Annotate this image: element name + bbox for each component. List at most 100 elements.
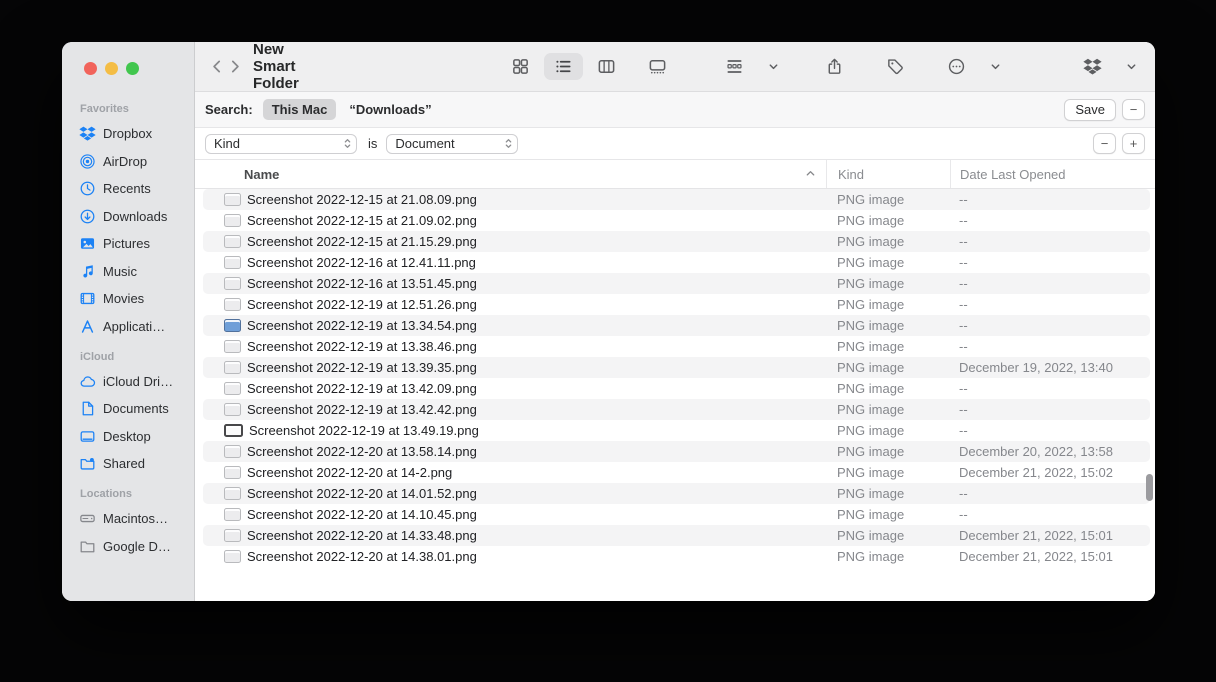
table-row[interactable]: Screenshot 2022-12-19 at 13.38.46.png PN… <box>195 336 1155 357</box>
column-header-date[interactable]: Date Last Opened <box>950 160 1155 188</box>
sidebar-item-documents[interactable]: Documents <box>72 396 188 422</box>
sidebar-item-movies[interactable]: Movies <box>72 286 188 312</box>
sidebar-item-music[interactable]: Music <box>72 258 188 284</box>
table-row[interactable]: Screenshot 2022-12-19 at 13.49.19.png PN… <box>195 420 1155 441</box>
table-row[interactable]: Screenshot 2022-12-19 at 13.39.35.png PN… <box>195 357 1155 378</box>
file-thumbnail-icon <box>224 319 241 332</box>
table-row[interactable]: Screenshot 2022-12-19 at 12.51.26.png PN… <box>195 294 1155 315</box>
file-kind: PNG image <box>826 192 950 207</box>
tag-button[interactable] <box>876 53 915 80</box>
table-row[interactable]: Screenshot 2022-12-15 at 21.08.09.png PN… <box>195 189 1155 210</box>
sidebar-item-dropbox[interactable]: Dropbox <box>72 121 188 147</box>
minimize-button[interactable] <box>105 62 118 75</box>
back-button[interactable] <box>209 54 226 80</box>
sidebar-item-label: Macintos… <box>103 511 168 526</box>
value-select[interactable]: Document <box>386 134 518 154</box>
file-thumbnail-icon <box>224 403 241 416</box>
scope-query-label: “Downloads” <box>349 102 431 117</box>
file-date-last-opened: December 21, 2022, 15:01 <box>950 528 1155 543</box>
file-name: Screenshot 2022-12-20 at 14.33.48.png <box>247 528 477 543</box>
close-button[interactable] <box>84 62 97 75</box>
table-row[interactable]: Screenshot 2022-12-19 at 13.34.54.png PN… <box>195 315 1155 336</box>
google-drive-icon <box>78 537 96 555</box>
sidebar-item-applicati[interactable]: Applicati… <box>72 313 188 339</box>
file-name: Screenshot 2022-12-20 at 13.58.14.png <box>247 444 477 459</box>
file-thumbnail-icon <box>224 466 241 479</box>
save-button[interactable]: Save <box>1064 99 1116 121</box>
table-row[interactable]: Screenshot 2022-12-16 at 12.41.11.png PN… <box>195 252 1155 273</box>
table-row[interactable]: Screenshot 2022-12-15 at 21.09.02.png PN… <box>195 210 1155 231</box>
collapse-criteria-button[interactable]: − <box>1122 99 1145 120</box>
table-row[interactable]: Screenshot 2022-12-20 at 14.38.01.png PN… <box>195 546 1155 567</box>
group-by-button[interactable] <box>715 53 754 80</box>
table-row[interactable]: Screenshot 2022-12-20 at 14.33.48.png PN… <box>195 525 1155 546</box>
sidebar-section-label: Favorites <box>72 93 188 119</box>
sidebar-item-label: Documents <box>103 401 169 416</box>
file-thumbnail-icon <box>224 298 241 311</box>
table-row[interactable]: Screenshot 2022-12-20 at 14-2.png PNG im… <box>195 462 1155 483</box>
file-name: Screenshot 2022-12-19 at 13.38.46.png <box>247 339 477 354</box>
sidebar-item-google-d[interactable]: Google D… <box>72 533 188 559</box>
file-name-cell: Screenshot 2022-12-16 at 13.51.45.png <box>195 276 826 291</box>
sidebar-item-label: Recents <box>103 181 151 196</box>
finder-window: Favorites DropboxAirDrop Recents Downloads… <box>62 42 1155 601</box>
table-row[interactable]: Screenshot 2022-12-20 at 14.01.52.png PN… <box>195 483 1155 504</box>
file-date-last-opened: December 21, 2022, 15:02 <box>950 465 1155 480</box>
table-row[interactable]: Screenshot 2022-12-16 at 13.51.45.png PN… <box>195 273 1155 294</box>
sidebar-item-shared[interactable]: Shared <box>72 451 188 477</box>
more-actions-button[interactable] <box>937 53 976 80</box>
sidebar-item-macintos[interactable]: Macintos… <box>72 506 188 532</box>
chevron-down-icon[interactable] <box>754 53 793 80</box>
table-row[interactable]: Screenshot 2022-12-19 at 13.42.42.png PN… <box>195 399 1155 420</box>
file-thumbnail-icon <box>224 256 241 269</box>
file-date-last-opened: -- <box>950 402 1155 417</box>
downloads-icon <box>78 207 96 225</box>
file-name-cell: Screenshot 2022-12-15 at 21.09.02.png <box>195 213 826 228</box>
chevron-down-icon[interactable] <box>1112 53 1151 80</box>
file-kind: PNG image <box>826 486 950 501</box>
sidebar-item-label: Shared <box>103 456 145 471</box>
gallery-view-button[interactable] <box>638 53 677 80</box>
sidebar-item-recents[interactable]: Recents <box>72 176 188 202</box>
sidebar-section-label: Locations <box>72 478 188 504</box>
attribute-select[interactable]: Kind <box>205 134 357 154</box>
column-header-name[interactable]: Name <box>195 160 826 188</box>
chevron-down-icon[interactable] <box>976 53 1015 80</box>
scope-this-mac-button[interactable]: This Mac <box>263 99 337 120</box>
recents-icon <box>78 180 96 198</box>
sidebar-item-airdrop[interactable]: AirDrop <box>72 148 188 174</box>
column-header-kind[interactable]: Kind <box>826 160 950 188</box>
window-controls <box>62 42 194 85</box>
sidebar-item-downloads[interactable]: Downloads <box>72 203 188 229</box>
sidebar-item-label: Google D… <box>103 539 171 554</box>
vertical-scrollbar[interactable] <box>1146 474 1153 501</box>
window-title: New Smart Folder <box>253 42 299 92</box>
dropbox-toolbar-button[interactable] <box>1073 53 1112 80</box>
list-view-button[interactable] <box>544 53 583 80</box>
sidebar-item-icloud-dri[interactable]: iCloud Dri… <box>72 368 188 394</box>
share-button[interactable] <box>815 53 854 80</box>
add-criterion-button[interactable]: + <box>1122 133 1145 154</box>
file-date-last-opened: -- <box>950 507 1155 522</box>
table-row[interactable]: Screenshot 2022-12-19 at 13.42.09.png PN… <box>195 378 1155 399</box>
sidebar-item-pictures[interactable]: Pictures <box>72 231 188 257</box>
column-view-button[interactable] <box>587 53 626 80</box>
remove-criterion-button[interactable]: − <box>1093 133 1116 154</box>
icloud-icon <box>78 372 96 390</box>
forward-button[interactable] <box>226 54 243 80</box>
sidebar-section: Favorites DropboxAirDrop Recents Downloads… <box>72 93 188 339</box>
file-list: Screenshot 2022-12-15 at 21.08.09.png PN… <box>195 189 1155 601</box>
file-name-cell: Screenshot 2022-12-15 at 21.08.09.png <box>195 192 826 207</box>
sort-ascending-icon <box>805 167 816 182</box>
file-name: Screenshot 2022-12-19 at 13.39.35.png <box>247 360 477 375</box>
sidebar-item-desktop[interactable]: Desktop <box>72 423 188 449</box>
file-date-last-opened: -- <box>950 297 1155 312</box>
table-row[interactable]: Screenshot 2022-12-20 at 13.58.14.png PN… <box>195 441 1155 462</box>
icon-view-button[interactable] <box>501 53 540 80</box>
file-thumbnail-icon <box>224 529 241 542</box>
table-row[interactable]: Screenshot 2022-12-20 at 14.10.45.png PN… <box>195 504 1155 525</box>
table-row[interactable]: Screenshot 2022-12-15 at 21.15.29.png PN… <box>195 231 1155 252</box>
file-name: Screenshot 2022-12-20 at 14.38.01.png <box>247 549 477 564</box>
zoom-button[interactable] <box>126 62 139 75</box>
documents-icon <box>78 400 96 418</box>
